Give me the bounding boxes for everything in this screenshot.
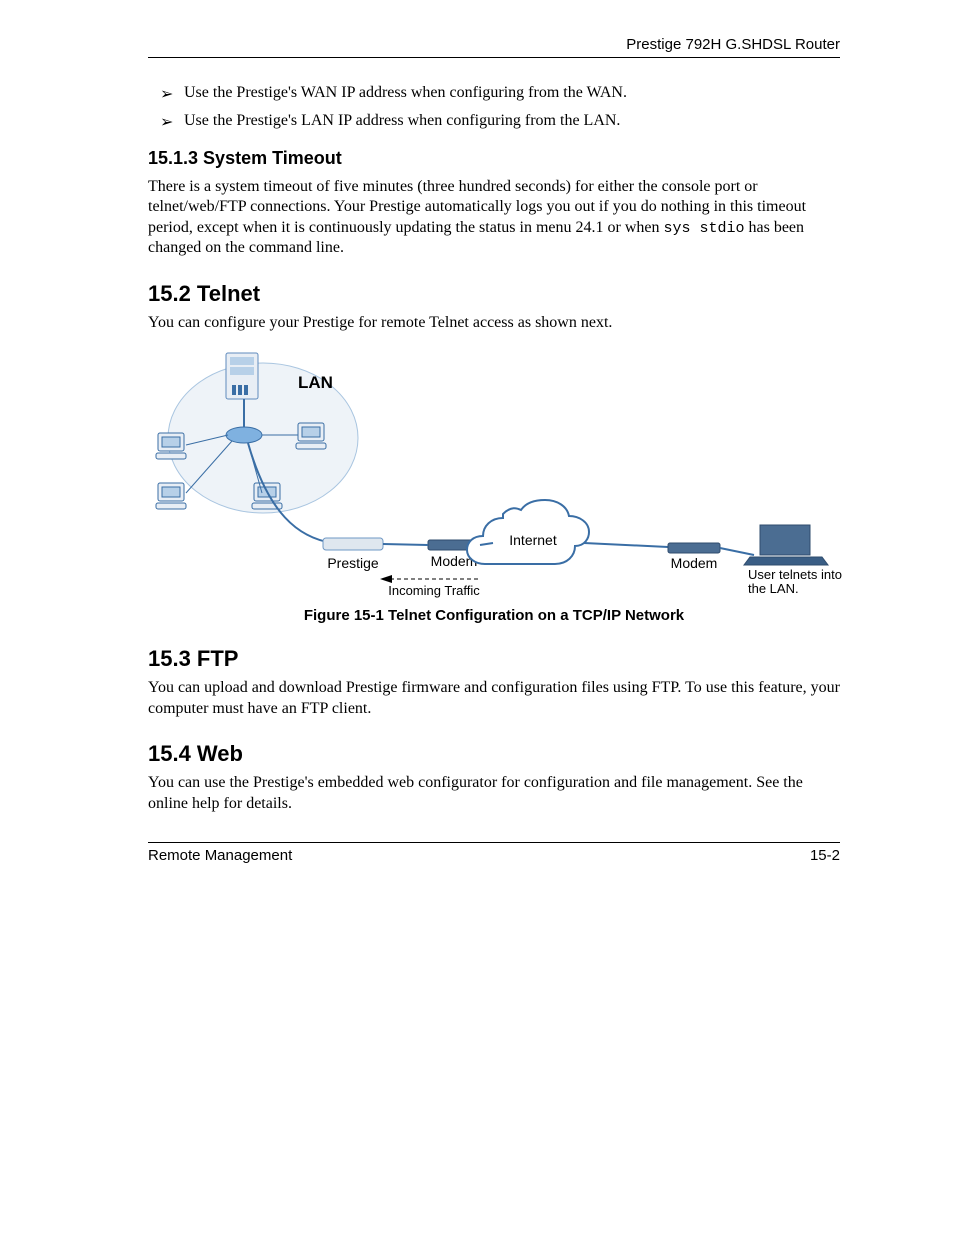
heading-ftp: 15.3 FTP <box>148 646 840 672</box>
heading-web: 15.4 Web <box>148 741 840 767</box>
page-footer: Remote Management 15-2 <box>148 842 840 864</box>
running-header: Prestige 792H G.SHDSL Router <box>148 36 840 58</box>
list-item-text: Use the Prestige's LAN IP address when c… <box>184 112 620 129</box>
para-ftp: You can upload and download Prestige fir… <box>148 678 840 719</box>
bullet-list: ➢ Use the Prestige's WAN IP address when… <box>148 84 840 130</box>
para-system-timeout: There is a system timeout of five minute… <box>148 177 840 259</box>
diagram-svg: LAN Prestige Modem Internet Modem <box>148 343 848 603</box>
list-item-text: Use the Prestige's WAN IP address when c… <box>184 84 627 101</box>
label-lan: LAN <box>298 373 333 392</box>
page: Prestige 792H G.SHDSL Router ➢ Use the P… <box>0 0 954 1235</box>
label-prestige: Prestige <box>327 555 379 571</box>
label-user-line2: the LAN. <box>748 581 799 596</box>
footer-right: 15-2 <box>810 847 840 864</box>
arrow-icon: ➢ <box>160 112 173 132</box>
heading-telnet: 15.2 Telnet <box>148 281 840 307</box>
heading-system-timeout: 15.1.3 System Timeout <box>148 148 840 169</box>
label-user-line1: User telnets into <box>748 567 842 582</box>
inline-code: sys stdio <box>663 220 744 237</box>
list-item: ➢ Use the Prestige's WAN IP address when… <box>184 84 840 102</box>
para-telnet: You can configure your Prestige for remo… <box>148 313 840 333</box>
footer-left: Remote Management <box>148 847 292 864</box>
label-incoming: Incoming Traffic <box>388 583 480 598</box>
para-web: You can use the Prestige's embedded web … <box>148 773 840 814</box>
list-item: ➢ Use the Prestige's LAN IP address when… <box>184 112 840 130</box>
figure-caption: Figure 15-1 Telnet Configuration on a TC… <box>148 607 840 624</box>
arrow-icon: ➢ <box>160 84 173 104</box>
label-internet: Internet <box>509 532 557 548</box>
label-modem-2: Modem <box>671 555 718 571</box>
figure-telnet-diagram: LAN Prestige Modem Internet Modem <box>148 343 840 603</box>
